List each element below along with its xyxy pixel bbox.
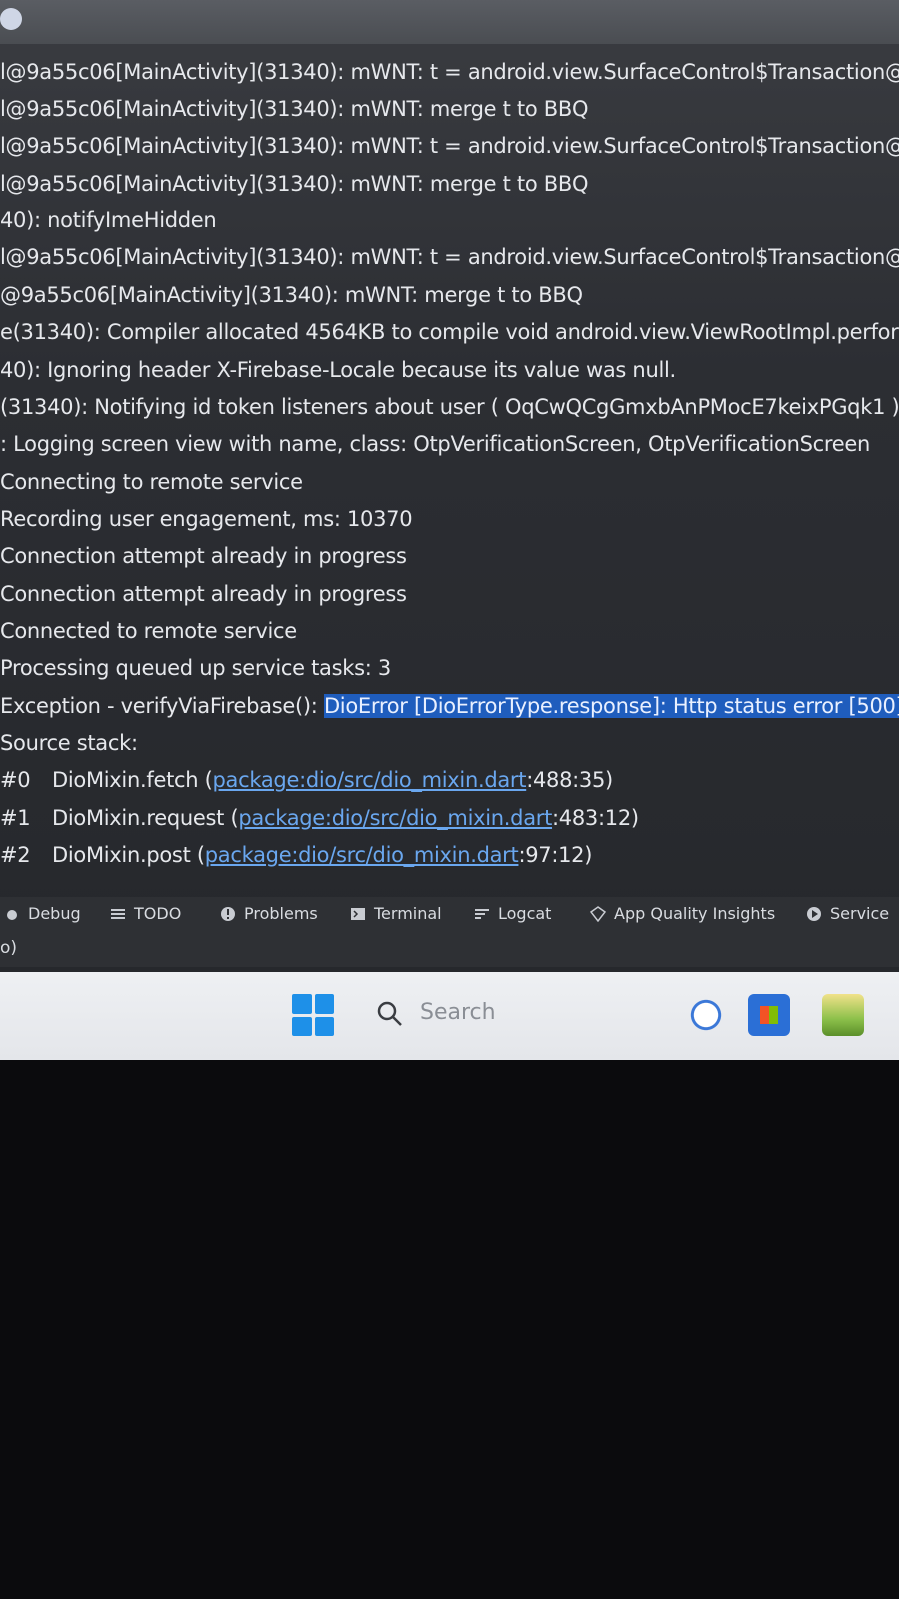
tool-problems[interactable]: Problems <box>220 904 318 923</box>
tool-label: Terminal <box>374 904 442 923</box>
stack-frame: #0 DioMixin.fetch (package:dio/src/dio_mi… <box>0 768 899 792</box>
frame-position: :488:35) <box>526 768 613 792</box>
log-line: l@9a55c06[MainActivity](31340): mWNT: me… <box>0 97 589 121</box>
stack-frame: #1 DioMixin.request (package:dio/src/dio_… <box>0 806 899 830</box>
ide-screen: l@9a55c06[MainActivity](31340): mWNT: t … <box>0 0 899 1060</box>
tool-label: TODO <box>134 904 182 923</box>
exception-prefix: Exception - verifyViaFirebase(): <box>0 694 324 718</box>
frame-number: #2 <box>0 843 31 867</box>
log-line: Recording user engagement, ms: 10370 <box>0 507 413 531</box>
bing-icon[interactable] <box>685 994 727 1036</box>
log-line: @9a55c06[MainActivity](31340): mWNT: mer… <box>0 283 583 307</box>
editor-top-bar <box>0 0 899 44</box>
log-line: Connected to remote service <box>0 619 297 643</box>
log-line: Connection attempt already in progress <box>0 582 407 606</box>
source-stack-label: Source stack: <box>0 731 138 755</box>
status-fragment: o) <box>0 938 18 958</box>
tool-terminal[interactable]: Terminal <box>350 904 442 923</box>
exception-line[interactable]: Exception - verifyViaFirebase(): DioErro… <box>0 694 899 718</box>
tool-todo[interactable]: TODO <box>110 904 181 923</box>
tool-label: Problems <box>244 904 318 923</box>
log-line: (31340): Notifying id token listeners ab… <box>0 395 899 419</box>
source-link[interactable]: package:dio/src/dio_mixin.dart <box>238 806 552 830</box>
tool-services[interactable]: Service <box>806 904 889 923</box>
search-icon <box>377 1001 402 1026</box>
tool-window-bar: Debug TODO Problems Terminal Logcat App … <box>0 897 899 967</box>
play-circle-icon <box>807 906 821 921</box>
tool-label: Logcat <box>498 904 552 923</box>
tool-logcat[interactable]: Logcat <box>474 904 551 923</box>
frame-position: :97:12) <box>518 843 593 867</box>
logcat-icon <box>475 908 489 919</box>
selected-error-text[interactable]: DioError [DioErrorType.response]: Http s… <box>323 694 899 718</box>
search-placeholder: Search <box>420 1000 496 1025</box>
log-line: 40): notifyImeHidden <box>0 208 217 232</box>
log-line: l@9a55c06[MainActivity](31340): mWNT: me… <box>0 172 589 196</box>
frame-function: DioMixin.request ( <box>52 806 239 830</box>
taskbar-search[interactable]: Search <box>370 992 670 1036</box>
log-line: l@9a55c06[MainActivity](31340): mWNT: t … <box>0 134 899 158</box>
log-line: Connection attempt already in progress <box>0 544 407 568</box>
diamond-icon <box>590 905 606 922</box>
source-link[interactable]: package:dio/src/dio_mixin.dart <box>213 768 527 792</box>
frame-number: #1 <box>0 806 31 830</box>
source-link[interactable]: package:dio/src/dio_mixin.dart <box>205 843 519 867</box>
tool-label: App Quality Insights <box>614 904 776 923</box>
tool-app-quality-insights[interactable]: App Quality Insights <box>590 904 775 923</box>
terminal-icon <box>351 907 365 920</box>
log-line: l@9a55c06[MainActivity](31340): mWNT: t … <box>0 245 899 269</box>
log-line: Processing queued up service tasks: 3 <box>0 656 391 680</box>
warning-circle-icon <box>221 906 235 921</box>
log-line: : Logging screen view with name, class: … <box>0 432 870 456</box>
frame-function: DioMixin.fetch ( <box>52 768 213 792</box>
frame-function: DioMixin.post ( <box>52 843 205 867</box>
log-line: l@9a55c06[MainActivity](31340): mWNT: t … <box>0 60 899 84</box>
photos-app-icon[interactable] <box>822 994 864 1036</box>
stack-frame: #2 DioMixin.post (package:dio/src/dio_mix… <box>0 843 899 867</box>
microsoft-store-icon[interactable] <box>748 994 790 1036</box>
app-dot-icon <box>0 8 22 30</box>
log-line: 40): Ignoring header X-Firebase-Locale b… <box>0 358 676 382</box>
windows-start-icon[interactable] <box>292 994 334 1036</box>
windows-taskbar: Search <box>0 972 899 1060</box>
tool-label: Debug <box>28 904 81 923</box>
frame-number: #0 <box>0 768 31 792</box>
tool-debug[interactable]: Debug <box>4 904 81 923</box>
frame-position: :483:12) <box>552 806 639 830</box>
log-line: Connecting to remote service <box>0 470 303 494</box>
bug-icon <box>7 909 17 920</box>
log-line: e(31340): Compiler allocated 4564KB to c… <box>0 320 899 344</box>
tool-label: Service <box>830 904 890 923</box>
list-icon <box>111 908 125 919</box>
